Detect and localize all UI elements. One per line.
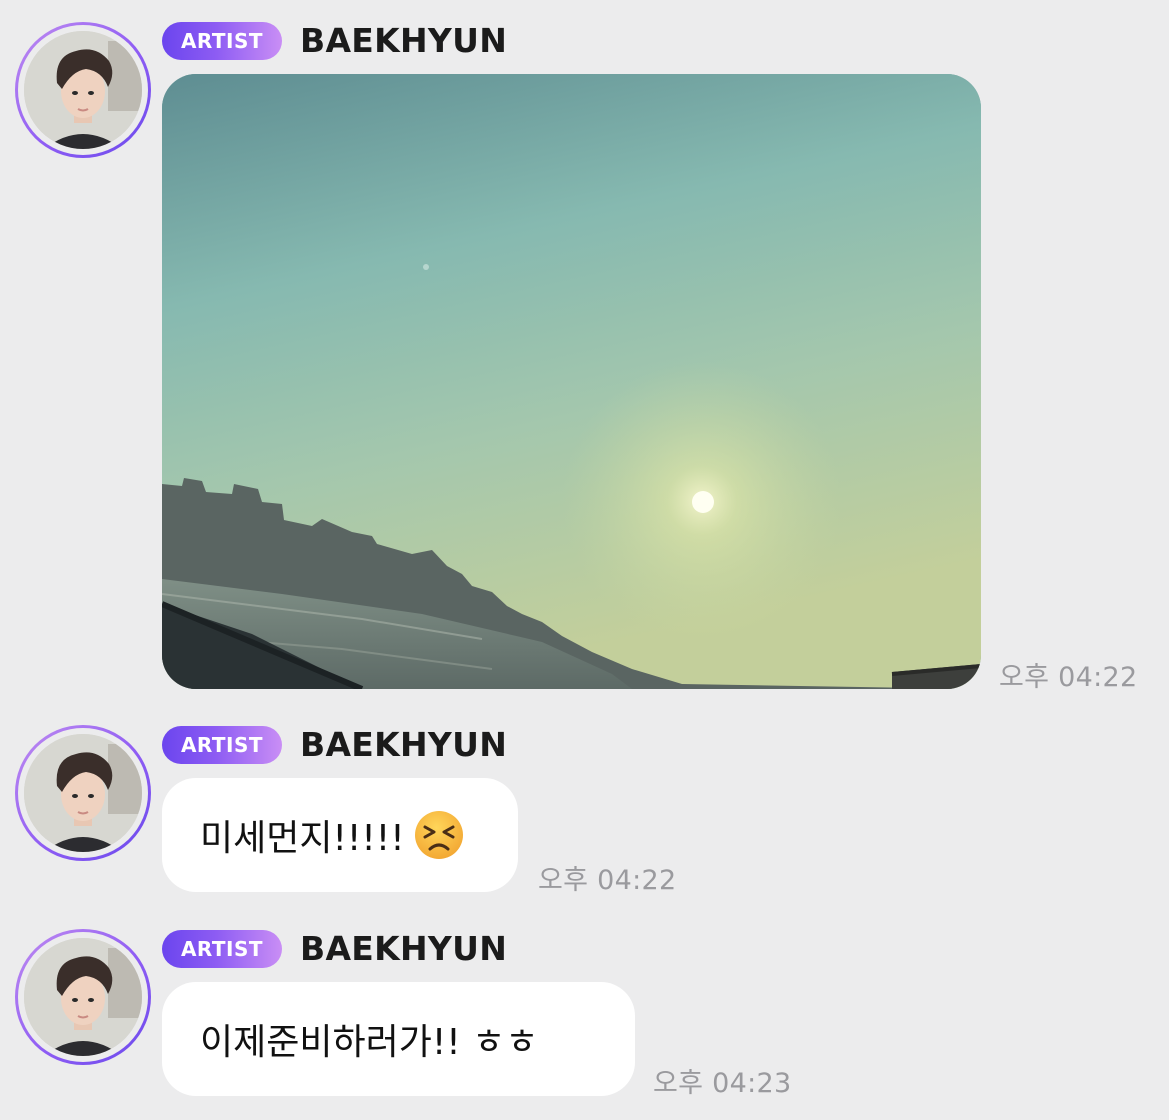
- avatar-photo: [24, 938, 142, 1056]
- avatar-photo: [24, 734, 142, 852]
- photo-message[interactable]: [162, 74, 981, 689]
- sender-name[interactable]: BAEKHYUN: [300, 724, 507, 766]
- avatar[interactable]: [15, 725, 151, 861]
- sender-name[interactable]: BAEKHYUN: [300, 20, 507, 62]
- message-timestamp: 오후 04:23: [653, 1068, 792, 1099]
- message-bubble[interactable]: 미세먼지!!!!!: [162, 778, 518, 892]
- message-timestamp: 오후 04:22: [538, 865, 677, 896]
- avatar[interactable]: [15, 929, 151, 1065]
- avatar-photo: [24, 31, 142, 149]
- persevering-face-emoji: [413, 809, 465, 861]
- message-timestamp: 오후 04:22: [999, 662, 1138, 693]
- artist-badge: ARTIST: [162, 930, 282, 968]
- avatar[interactable]: [15, 22, 151, 158]
- message-bubble[interactable]: 이제준비하러가!! ㅎㅎ: [162, 982, 635, 1096]
- sender-name[interactable]: BAEKHYUN: [300, 928, 507, 970]
- message-text: 이제준비하러가!! ㅎㅎ: [200, 1022, 539, 1063]
- artist-badge: ARTIST: [162, 22, 282, 60]
- message-text: 미세먼지!!!!!: [200, 818, 405, 859]
- artist-badge: ARTIST: [162, 726, 282, 764]
